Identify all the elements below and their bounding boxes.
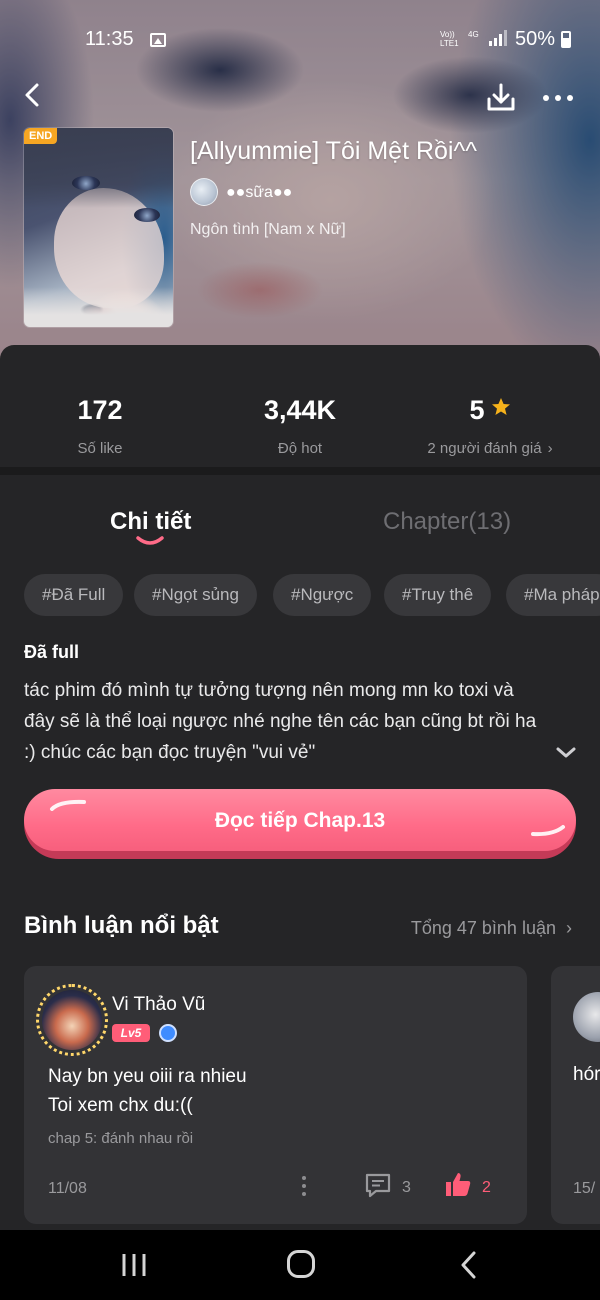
tab-bar: Chi tiết Chapter(13) (0, 490, 600, 560)
stat-rating[interactable]: 5 2 người đánh giá › (390, 395, 590, 457)
story-cover[interactable]: END (24, 128, 173, 327)
tab-detail[interactable]: Chi tiết (110, 508, 191, 536)
continue-reading-label: Đọc tiếp Chap.13 (24, 789, 576, 851)
tag-chip[interactable]: #Truy thê (384, 574, 492, 616)
thumbs-up-icon[interactable] (444, 1170, 472, 1198)
more-options-icon[interactable] (540, 86, 576, 110)
signal-icon (489, 30, 507, 46)
battery-icon (561, 31, 571, 48)
story-title: [Allyummie] Tôi Mệt Rồi^^ (190, 137, 477, 165)
home-icon[interactable] (287, 1250, 315, 1278)
commenter-name[interactable]: Vi Thảo Vũ (112, 994, 205, 1016)
comment-chapter[interactable]: chap 5: đánh nhau rồi (48, 1130, 193, 1147)
continue-reading-button[interactable]: Đọc tiếp Chap.13 (24, 789, 576, 859)
comment-card[interactable]: Vi Thảo Vũ Lv5 Nay bn yeu oiii ra nhieu … (24, 966, 527, 1224)
network-4g-indicator: 4G (468, 30, 479, 39)
comment-date: 11/08 (48, 1180, 87, 1197)
story-detail-screen: 11:35 Vo)) LTE1 4G 50% END [Allyummie] Tô… (0, 0, 600, 1300)
stat-hot: 3,44K Độ hot (263, 395, 337, 457)
comments-header: Bình luận nổi bật (24, 912, 219, 939)
reply-icon[interactable] (364, 1172, 392, 1198)
back-arrow-icon[interactable] (18, 80, 48, 110)
volte-indicator: Vo)) LTE1 (440, 30, 459, 48)
author-avatar[interactable] (190, 178, 218, 206)
reply-count: 3 (402, 1179, 411, 1196)
tab-chapters[interactable]: Chapter(13) (383, 508, 511, 536)
recent-apps-icon[interactable] (120, 1252, 148, 1278)
verified-badge-icon (159, 1024, 177, 1042)
active-tab-indicator (136, 536, 164, 545)
comment-date: 15/ (573, 1180, 596, 1197)
end-badge: END (24, 128, 58, 144)
comment-text: hór (573, 1064, 600, 1085)
author-name[interactable]: ●●sữa●● (226, 184, 292, 202)
comment-text: Nay bn yeu oiii ra nhieu Toi xem chx du:… (48, 1066, 247, 1116)
rating-value: 5 (469, 395, 485, 425)
comment-card[interactable]: hór 15/ (551, 966, 600, 1224)
image-notification-icon (150, 33, 166, 47)
description-title: Đã full (24, 642, 80, 662)
system-navigation-bar (0, 1230, 600, 1300)
chevron-right-icon: › (547, 440, 553, 457)
tag-chip[interactable]: #Ma pháp (506, 574, 600, 616)
system-back-icon[interactable] (458, 1250, 480, 1280)
story-genre: Ngôn tình [Nam x Nữ] (190, 221, 346, 238)
level-badge: Lv5 (112, 1024, 150, 1042)
rating-count: 2 người đánh giá (427, 440, 542, 457)
stat-likes: 172 Số like (77, 395, 123, 457)
chevron-right-icon: › (561, 918, 572, 938)
like-count: 2 (482, 1179, 491, 1196)
avatar-frame (36, 984, 108, 1056)
battery-percent: 50% (515, 28, 556, 50)
button-shine (531, 825, 565, 837)
star-icon (491, 398, 510, 415)
download-icon[interactable] (484, 80, 518, 114)
status-time: 11:35 (85, 28, 134, 50)
button-shine (50, 799, 86, 811)
stats-row: 172 Số like 3,44K Độ hot 5 2 người đánh … (0, 345, 600, 475)
tag-chip[interactable]: #Đã Full (24, 574, 124, 616)
description-text: tác phim đó mình tự tưởng tượng nên mong… (24, 680, 537, 763)
status-bar: 11:35 Vo)) LTE1 4G 50% (0, 0, 600, 78)
comments-total-link[interactable]: Tổng 47 bình luận › (411, 918, 572, 939)
tag-chip[interactable]: #Ngược (273, 574, 372, 616)
chevron-down-icon[interactable] (554, 740, 578, 764)
commenter-avatar[interactable] (573, 992, 600, 1042)
tag-chip[interactable]: #Ngọt sủng (134, 574, 257, 616)
more-vertical-icon[interactable] (300, 1174, 308, 1198)
